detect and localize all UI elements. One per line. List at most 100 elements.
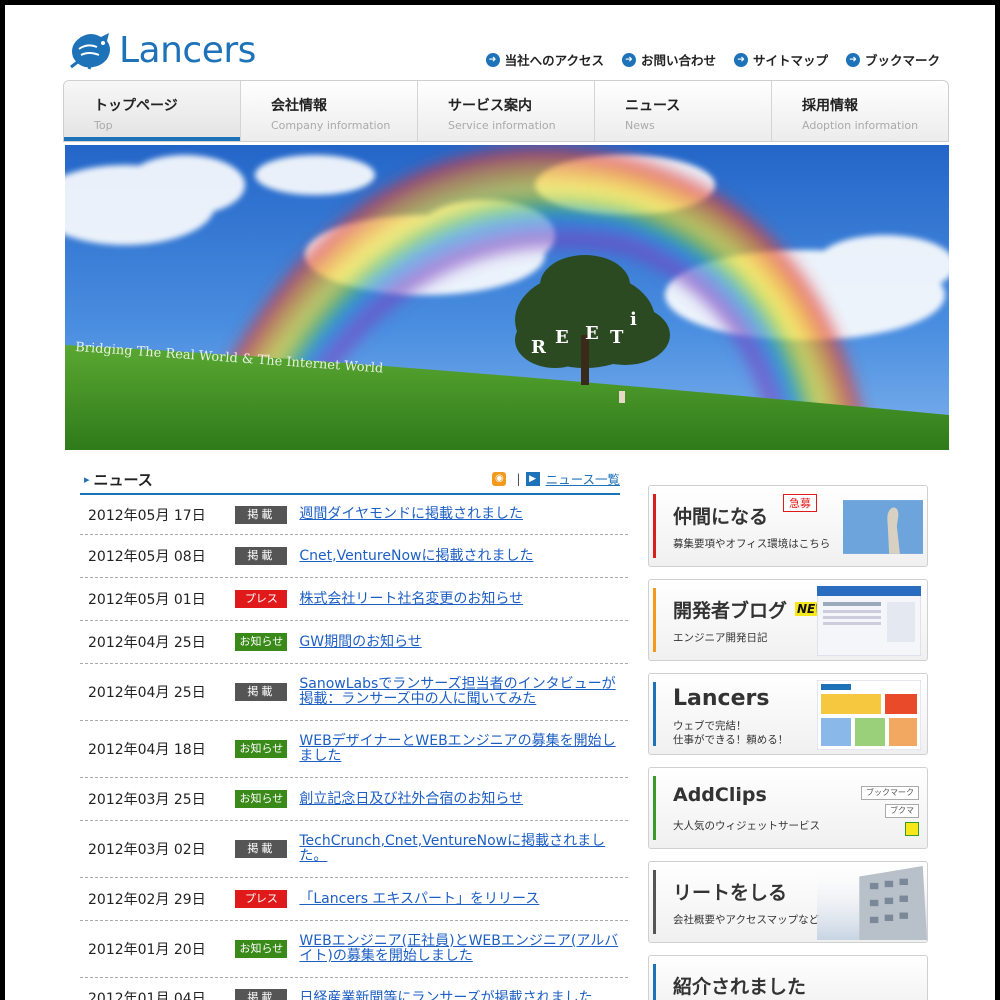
svg-text:i: i xyxy=(630,309,637,330)
news-header: ▸ ニュース ◉ | ▶ ニュース一覧 xyxy=(80,467,620,495)
banner-subtitle: ウェブで完結！ xyxy=(673,720,747,732)
news-link[interactable]: 週間ダイヤモンドに掲載されました xyxy=(299,507,628,522)
news-date: 2012年03月 02日 xyxy=(88,842,206,858)
sitemap-link[interactable]: ➜ サイトマップ xyxy=(733,50,828,69)
bookmark-widget-button: ブックマーク xyxy=(861,786,919,800)
news-all-link[interactable]: ニュース一覧 xyxy=(546,469,620,488)
nav-item-top[interactable]: トップページ Top xyxy=(64,81,241,141)
news-row: 2012年02月 29日 プレス 「Lancers エキスパート」をリリース xyxy=(80,878,628,921)
contact-link[interactable]: ➜ お問い合わせ xyxy=(621,50,716,69)
nav-item-service[interactable]: サービス案内 Service information xyxy=(418,81,595,141)
accent-bar xyxy=(653,776,656,840)
news-tag: 掲載 xyxy=(235,840,288,858)
separator: | xyxy=(516,471,521,486)
nav-item-company[interactable]: 会社情報 Company information xyxy=(241,81,418,141)
statue-image xyxy=(843,500,923,554)
hero-banner: R E E T i Bridging The Real World & The … xyxy=(65,145,949,450)
news-date: 2012年03月 25日 xyxy=(88,792,206,808)
urgent-badge: 急募 xyxy=(783,494,817,512)
nav-sublabel: Service information xyxy=(448,119,556,132)
news-row: 2012年05月 08日 掲載 Cnet,VentureNowに掲載されました xyxy=(80,535,628,578)
lancers-screenshot-image xyxy=(817,680,921,750)
svg-text:E: E xyxy=(555,327,569,348)
news-link[interactable]: SanowLabsでランサーズ担当者のインタビューが掲載：ランサーズ中の人に聞い… xyxy=(299,677,628,707)
news-date: 2012年02月 29日 xyxy=(88,892,206,908)
bookmark-link[interactable]: ➜ ブックマーク xyxy=(845,50,940,69)
news-date: 2012年04月 25日 xyxy=(88,635,206,651)
news-tag: お知らせ xyxy=(235,790,288,808)
nav-label: サービス案内 xyxy=(448,98,532,114)
accent-bar xyxy=(653,682,656,746)
lancers-banner[interactable]: Lancers ウェブで完結！ 仕事ができる！頼める！ xyxy=(648,673,928,755)
news-links: ◉ | ▶ ニュース一覧 xyxy=(492,469,620,488)
news-row: 2012年01月 04日 掲載 日経産業新聞等にランサーズが掲載されました xyxy=(80,978,628,1000)
news-link[interactable]: 創立記念日及び社外合宿のお知らせ xyxy=(299,791,628,807)
blog-screenshot-image xyxy=(817,586,921,656)
news-tag: 掲載 xyxy=(235,683,288,701)
banner-title: Lancers xyxy=(673,686,770,711)
nav-sublabel: Company information xyxy=(271,119,391,132)
arrow-right-icon: ➜ xyxy=(845,52,860,67)
news-list: 2012年05月 17日 掲載 週間ダイヤモンドに掲載されました 2012年05… xyxy=(80,495,628,1000)
banner-title: AddClips xyxy=(673,784,767,806)
dev-blog-banner[interactable]: 開発者ブログ NEW! エンジニア開発日記 xyxy=(648,579,928,661)
banner-subtitle: 募集要項やオフィス環境はこちら xyxy=(673,538,831,550)
hero-image: R E E T i Bridging The Real World & The … xyxy=(65,145,949,450)
banner-subtitle: エンジニア開発日記 xyxy=(673,632,768,644)
nav-sublabel: Top xyxy=(94,119,113,132)
logo[interactable]: Lancers xyxy=(65,27,285,73)
banner-subtitle: 大人気のウィジェットサービス xyxy=(673,820,820,832)
news-link[interactable]: Cnet,VentureNowに掲載されました xyxy=(299,548,628,564)
accent-bar xyxy=(653,964,656,1000)
contact-link-label: お問い合わせ xyxy=(640,53,716,68)
news-link[interactable]: WEBエンジニア(正社員)とWEBエンジニア(アルバイト)の募集を開始しました xyxy=(299,934,628,964)
arrow-right-icon: ➜ xyxy=(621,52,636,67)
rss-icon[interactable]: ◉ xyxy=(492,471,507,486)
global-nav: トップページ Top 会社情報 Company information サービス… xyxy=(63,80,949,142)
news-row: 2012年05月 01日 プレス 株式会社リート社名変更のお知らせ xyxy=(80,578,628,621)
banner-title: 仲間になる xyxy=(673,506,769,528)
news-tag: お知らせ xyxy=(235,940,288,958)
news-tag: 掲載 xyxy=(235,989,288,1000)
banner-title: 紹介されました xyxy=(673,976,807,998)
featured-banner[interactable]: 紹介されました xyxy=(648,955,928,1000)
bullet-icon: ▸ xyxy=(84,473,90,486)
about-company-banner[interactable]: リートをしる 会社概要やアクセスマップなど xyxy=(648,861,928,943)
banner-subtitle-2: 仕事ができる！頼める！ xyxy=(673,734,789,746)
banner-subtitle: 会社概要やアクセスマップなど xyxy=(673,914,820,926)
news-link[interactable]: GW期間のお知らせ xyxy=(299,634,628,650)
news-date: 2012年04月 18日 xyxy=(88,742,206,758)
news-link[interactable]: 日経産業新聞等にランサーズが掲載されました xyxy=(299,990,628,1000)
arrow-right-icon: ➜ xyxy=(733,52,748,67)
news-tag: お知らせ xyxy=(235,740,288,758)
bookmark-link-label: ブックマーク xyxy=(864,53,940,68)
svg-text:T: T xyxy=(610,327,624,348)
logo-text: Lancers xyxy=(119,29,256,71)
news-row: 2012年01月 20日 お知らせ WEBエンジニア(正社員)とWEBエンジニア… xyxy=(80,921,628,978)
sitemap-link-label: サイトマップ xyxy=(752,53,828,68)
news-row: 2012年03月 25日 お知らせ 創立記念日及び社外合宿のお知らせ xyxy=(80,778,628,821)
news-date: 2012年01月 04日 xyxy=(88,991,206,1000)
news-tag: お知らせ xyxy=(235,633,288,651)
nav-label: ニュース xyxy=(625,98,681,114)
nav-item-recruit[interactable]: 採用情報 Adoption information xyxy=(772,81,948,141)
news-tag: 掲載 xyxy=(235,547,288,565)
news-link[interactable]: WEBデザイナーとWEBエンジニアの募集を開始しました xyxy=(299,734,628,764)
addclips-banner[interactable]: AddClips 大人気のウィジェットサービス ブックマーク ブクマ xyxy=(648,767,928,849)
news-date: 2012年04月 25日 xyxy=(88,685,206,701)
news-title: ▸ ニュース xyxy=(84,469,153,490)
accent-bar xyxy=(653,870,656,934)
news-link[interactable]: 「Lancers エキスパート」をリリース xyxy=(299,891,628,907)
news-date: 2012年05月 08日 xyxy=(88,549,206,565)
banner-title: 開発者ブログ xyxy=(673,600,788,622)
utility-nav: ➜ 当社へのアクセス ➜ お問い合わせ ➜ サイトマップ ➜ ブックマーク xyxy=(485,50,940,69)
arrow-right-icon: ➜ xyxy=(485,52,500,67)
news-title-text: ニュース xyxy=(93,471,153,489)
news-row: 2012年03月 02日 掲載 TechCrunch,Cnet,VentureN… xyxy=(80,821,628,878)
nav-sublabel: Adoption information xyxy=(802,119,919,132)
news-link[interactable]: TechCrunch,Cnet,VentureNowに掲載されました。 xyxy=(299,834,628,864)
nav-item-news[interactable]: ニュース News xyxy=(595,81,772,141)
access-link[interactable]: ➜ 当社へのアクセス xyxy=(485,50,604,69)
news-link[interactable]: 株式会社リート社名変更のお知らせ xyxy=(299,591,628,607)
join-us-banner[interactable]: 仲間になる 急募 募集要項やオフィス環境はこちら xyxy=(648,485,928,567)
